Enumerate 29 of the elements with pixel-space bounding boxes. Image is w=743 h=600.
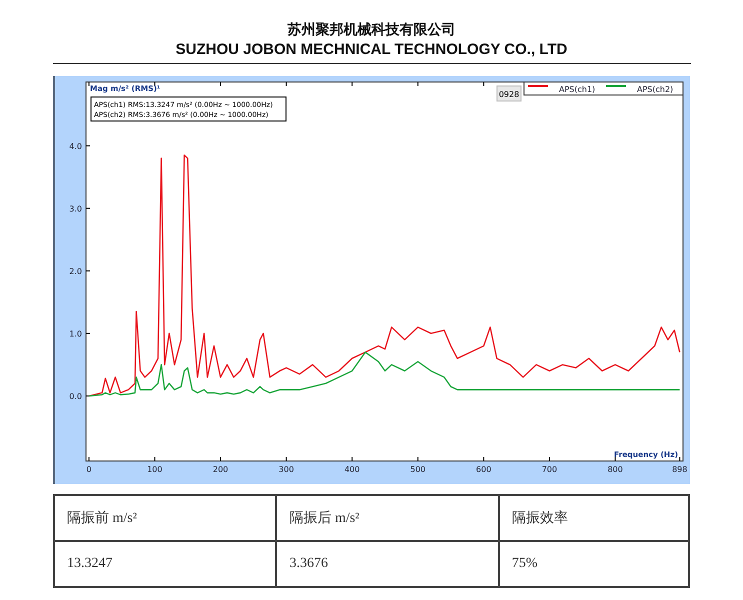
table-cell: 75% (498, 541, 689, 587)
legend-line (528, 85, 548, 87)
company-name-english: SUZHOU JOBON MECHNICAL TECHNOLOGY CO., LTD (176, 40, 568, 60)
y-tick-label: 1.0 (69, 329, 82, 338)
table-header-cell: 隔振前 m/s² (54, 495, 276, 541)
x-tick-label: 500 (410, 465, 426, 474)
y-tick-label: 4.0 (69, 142, 82, 151)
legend-label: APS(ch1) (559, 85, 596, 94)
x-tick-label: 898 (672, 465, 688, 474)
badge-text: 0928 (498, 90, 520, 99)
x-tick-label: 300 (278, 465, 294, 474)
x-tick-label: 700 (542, 465, 558, 474)
x-tick-label: 800 (608, 465, 623, 474)
badge-background (496, 86, 522, 102)
table-header-cell: 隔振效率 (498, 495, 689, 541)
y-tick-label: 3.0 (69, 204, 82, 214)
x-tick-label: 400 (344, 465, 360, 474)
y-tick-label: 0.0 (69, 392, 82, 401)
x-tick-label: 200 (212, 465, 228, 474)
table-header-cell: 隔振后 m/s² (276, 495, 499, 541)
table-cell: 13.3247 (54, 541, 276, 587)
company-name-chinese: 苏州聚邦机械科技有限公司 (288, 21, 456, 40)
legend-line (606, 85, 626, 87)
y-tick-label: 2.0 (69, 266, 82, 276)
table-cell: 3.3676 (276, 541, 499, 587)
x-tick-label: 100 (147, 465, 162, 474)
legend-label: APS(ch2) (637, 85, 674, 94)
x-tick-label: 600 (476, 465, 492, 474)
x-tick-label: 0 (86, 465, 92, 474)
